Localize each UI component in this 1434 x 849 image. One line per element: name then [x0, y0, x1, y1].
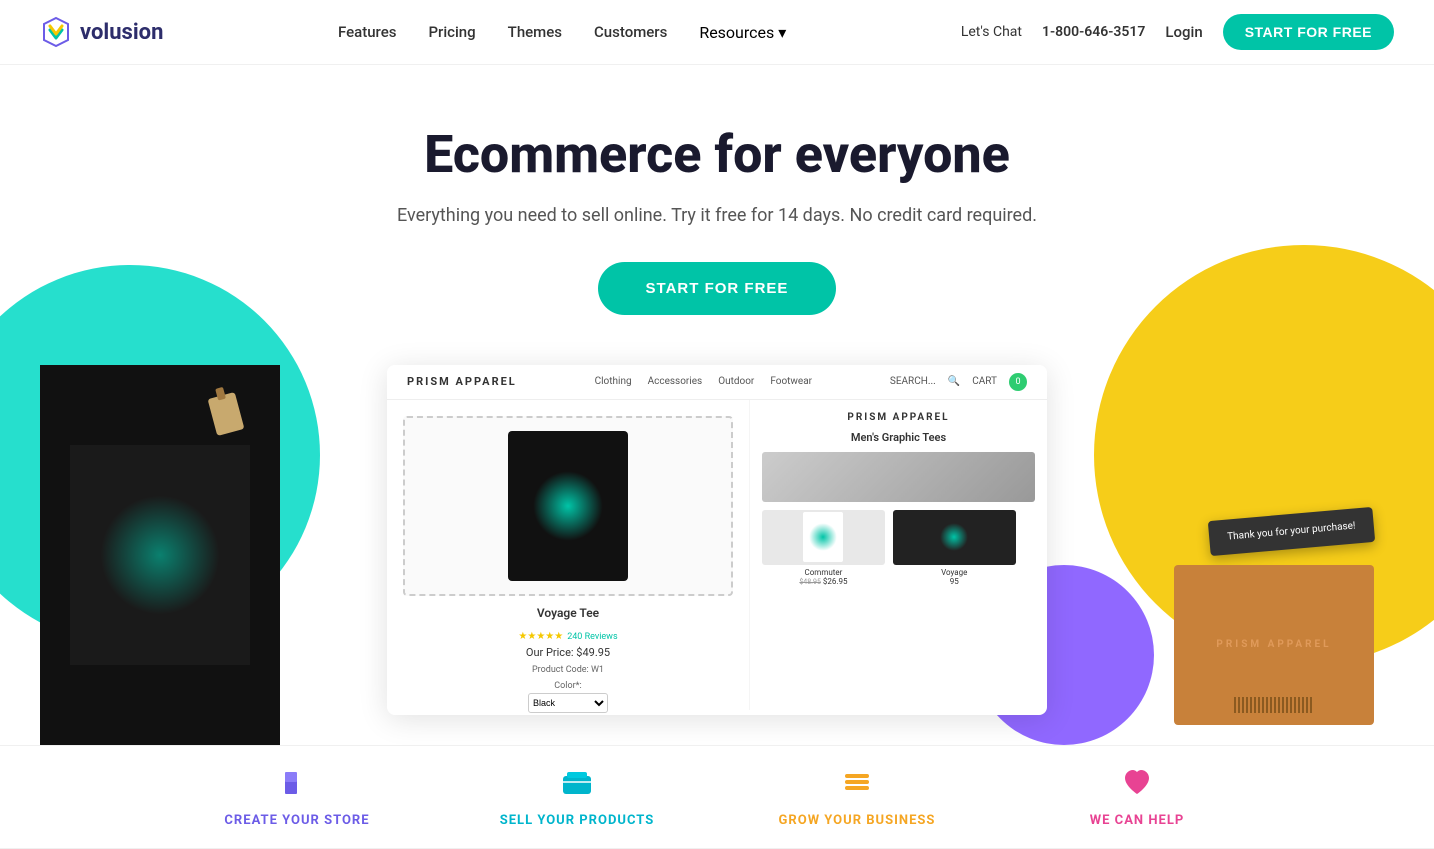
nav-themes[interactable]: Themes	[508, 23, 562, 41]
card-text: Thank you for your purchase!	[1227, 520, 1356, 542]
mockup-cart-label: CART	[972, 376, 997, 387]
phone-number[interactable]: 1-800-646-3517	[1042, 24, 1145, 40]
feature-we-can-help[interactable]: WE CAN HELP	[997, 766, 1277, 828]
product-code: Product Code: W1	[403, 665, 733, 675]
store-icon	[281, 766, 313, 805]
color-label: Color*:	[403, 681, 733, 691]
products-icon	[561, 766, 593, 805]
help-icon	[1121, 766, 1153, 805]
start-free-hero-button[interactable]: START FOR FREE	[598, 262, 837, 315]
nav-resources[interactable]: Resources ▾	[699, 23, 786, 42]
mockup-actions: SEARCH... 🔍 CART 0	[890, 373, 1027, 391]
mockup-nav-links: Clothing Accessories Outdoor Footwear	[595, 376, 812, 387]
tshirt-dot-pattern	[100, 495, 220, 615]
barcode	[1234, 697, 1314, 713]
tshirt-graphic	[70, 445, 250, 665]
mockup-link-clothing: Clothing	[595, 376, 632, 387]
bottom-features-bar: CREATE YOUR STORE SELL YOUR PRODUCTS GRO…	[0, 745, 1434, 849]
mockup-product-image	[403, 416, 733, 596]
nav-right: Let's Chat 1-800-646-3517 Login START FO…	[961, 14, 1394, 50]
nav-pricing[interactable]: Pricing	[428, 23, 475, 41]
start-free-nav-button[interactable]: START FOR FREE	[1223, 14, 1394, 50]
list-item: Commuter $48.95 $26.95	[762, 510, 885, 586]
feature-help-label: WE CAN HELP	[1090, 813, 1184, 828]
feature-business-label: GROW YOUR BUSINESS	[779, 813, 936, 828]
hero-headline: Ecommerce for everyone	[40, 125, 1394, 185]
search-icon: 🔍	[948, 376, 960, 387]
brand-name: volusion	[80, 20, 163, 45]
hero-section: Ecommerce for everyone Everything you ne…	[0, 65, 1434, 745]
product-title: Voyage Tee	[403, 606, 733, 620]
mockup-body: Voyage Tee ★★★★★ 240 Reviews Our Price: …	[387, 400, 1047, 710]
sidebar-product-price-2: 95	[893, 577, 1016, 586]
tshirt-tag	[208, 392, 245, 436]
feature-create-store[interactable]: CREATE YOUR STORE	[157, 766, 437, 828]
mockup-link-outdoor: Outdoor	[718, 376, 754, 387]
nav-customers[interactable]: Customers	[594, 23, 667, 41]
business-icon	[841, 766, 873, 805]
sidebar-product-price-1: $48.95 $26.95	[762, 577, 885, 586]
tshirt-mini-image	[508, 431, 628, 581]
mockup-cart-button: 0	[1009, 373, 1027, 391]
hero-subheadline: Everything you need to sell online. Try …	[40, 205, 1394, 226]
sidebar-products: Commuter $48.95 $26.95 Voyage 95	[762, 510, 1035, 586]
sidebar-product-name-1: Commuter	[762, 568, 885, 577]
list-item: Voyage 95	[893, 510, 1016, 586]
mockup-link-footwear: Footwear	[770, 376, 812, 387]
sidebar-category: Men's Graphic Tees	[762, 431, 1035, 444]
hero-right-items: Thank you for your purchase! PRISM APPAR…	[1094, 365, 1394, 745]
volusion-logo-icon	[40, 16, 72, 48]
product-price-value: $49.95	[576, 646, 610, 659]
sidebar-category-image	[762, 452, 1035, 502]
box-label: PRISM APPAREL	[1216, 639, 1331, 650]
product-reviews: 240 Reviews	[567, 632, 617, 642]
sidebar-product-name-2: Voyage	[893, 568, 1016, 577]
nav-links: Features Pricing Themes Customers Resour…	[338, 23, 786, 42]
feature-products-label: SELL YOUR PRODUCTS	[500, 813, 655, 828]
feature-store-label: CREATE YOUR STORE	[224, 813, 369, 828]
chat-label: Let's Chat	[961, 24, 1022, 40]
login-link[interactable]: Login	[1165, 23, 1202, 41]
feature-grow-business[interactable]: GROW YOUR BUSINESS	[717, 766, 997, 828]
sidebar-product-image-1	[762, 510, 885, 565]
product-stars: ★★★★★	[518, 631, 563, 642]
sidebar-product-image-2	[893, 510, 1016, 565]
mockup-link-accessories: Accessories	[648, 376, 703, 387]
product-price: Our Price: $49.95	[403, 646, 733, 659]
logo[interactable]: volusion	[40, 16, 163, 48]
desktop-mockup: PRISM APPAREL Clothing Accessories Outdo…	[387, 365, 1047, 715]
product-info: Voyage Tee ★★★★★ 240 Reviews Our Price: …	[403, 606, 733, 715]
mockup-brand: PRISM APPAREL	[407, 375, 517, 388]
chevron-down-icon: ▾	[778, 23, 786, 42]
business-card: Thank you for your purchase!	[1208, 507, 1375, 556]
hero-tshirt-left	[40, 365, 280, 745]
color-select[interactable]: Black	[528, 693, 608, 713]
sidebar-brand: PRISM APPAREL	[762, 412, 1035, 423]
feature-sell-products[interactable]: SELL YOUR PRODUCTS	[437, 766, 717, 828]
product-box: PRISM APPAREL	[1174, 565, 1374, 725]
mockup-search-label: SEARCH...	[890, 376, 936, 387]
navbar: volusion Features Pricing Themes Custome…	[0, 0, 1434, 65]
mockup-navbar: PRISM APPAREL Clothing Accessories Outdo…	[387, 365, 1047, 400]
mockup-product-panel: Voyage Tee ★★★★★ 240 Reviews Our Price: …	[387, 400, 750, 710]
tshirt-mini-dot	[533, 471, 603, 541]
hero-images: PRISM APPAREL Clothing Accessories Outdo…	[40, 365, 1394, 745]
nav-features[interactable]: Features	[338, 23, 396, 41]
mockup-sidebar-panel: PRISM APPAREL Men's Graphic Tees Commute…	[750, 400, 1047, 710]
